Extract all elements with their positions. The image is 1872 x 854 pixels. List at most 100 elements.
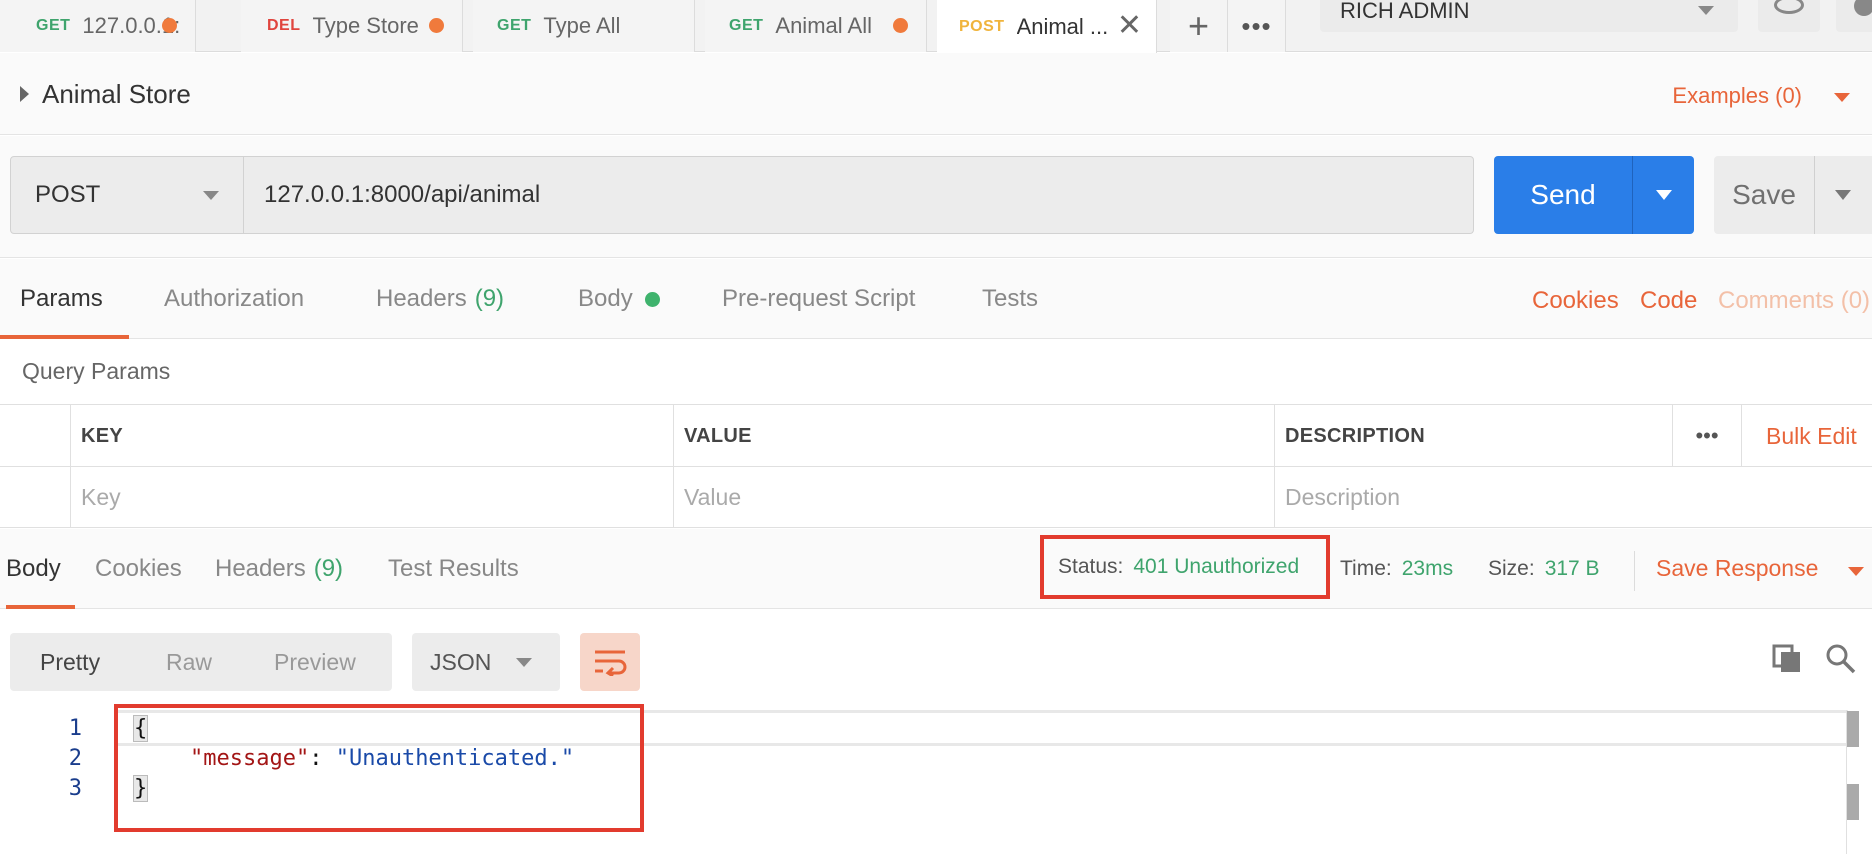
query-params-table: KEY VALUE DESCRIPTION ••• Bulk Edit	[0, 404, 1872, 528]
environment-select[interactable]: RICH ADMIN	[1320, 0, 1738, 32]
chevron-down-icon	[1656, 190, 1672, 200]
status-highlight-box: Status: 401 Unauthorized	[1040, 535, 1330, 599]
chevron-down-icon	[1698, 6, 1714, 15]
param-value-input[interactable]	[673, 467, 1274, 528]
request-tab-4[interactable]: GET Animal All	[705, 0, 927, 52]
tab-authorization[interactable]: Authorization	[164, 259, 304, 339]
table-header: KEY VALUE DESCRIPTION ••• Bulk Edit	[0, 405, 1872, 467]
view-pretty-button[interactable]: Pretty	[40, 633, 100, 691]
tab-label: Tests	[982, 285, 1039, 312]
method-select[interactable]: POST	[10, 156, 244, 234]
unsaved-dot-icon	[162, 18, 177, 33]
request-name-bar: Animal Store Examples (0)	[0, 53, 1872, 135]
headers-count: (9)	[474, 285, 505, 312]
column-value: VALUE	[673, 405, 1274, 467]
gear-icon	[1854, 0, 1872, 16]
url-bar: POST Send Save	[0, 136, 1872, 258]
tab-label: Pre-request Script	[722, 285, 916, 312]
environment-quick-look-button[interactable]	[1758, 0, 1820, 32]
response-tab-headers[interactable]: Headers (9)	[215, 529, 343, 609]
time-label: Time:	[1340, 557, 1392, 580]
request-tab-3[interactable]: GET Type All	[473, 0, 695, 52]
chevron-down-icon[interactable]	[1834, 93, 1850, 102]
scrollbar-thumb[interactable]	[1847, 711, 1859, 747]
save-button[interactable]: Save	[1714, 156, 1814, 234]
query-params-title: Query Params	[22, 358, 171, 384]
column-key: KEY	[70, 405, 673, 467]
close-tab-icon[interactable]: ✕	[1117, 8, 1142, 44]
response-time[interactable]: Time: 23ms	[1340, 557, 1453, 581]
column-description: DESCRIPTION	[1274, 405, 1672, 467]
cookies-link[interactable]: Cookies	[1532, 287, 1619, 315]
param-description-input[interactable]	[1274, 467, 1872, 528]
tab-method: GET	[497, 17, 532, 34]
request-name[interactable]: Animal Store	[42, 79, 191, 110]
time-value: 23ms	[1401, 557, 1454, 580]
response-tab-test-results[interactable]: Test Results	[388, 529, 519, 609]
status-value[interactable]: 401 Unauthorized	[1133, 555, 1299, 579]
examples-dropdown[interactable]: Examples (0)	[1672, 83, 1802, 109]
comments-link[interactable]: Comments (0)	[1718, 287, 1870, 315]
new-tab-button[interactable]: +	[1170, 0, 1228, 52]
line-number: 3	[68, 776, 82, 801]
tab-label: Authorization	[164, 285, 305, 312]
unsaved-dot-icon	[429, 18, 444, 33]
save-options-button[interactable]	[1814, 156, 1872, 234]
line-number: 2	[68, 746, 82, 771]
view-preview-button[interactable]: Preview	[274, 633, 356, 691]
send-options-button[interactable]	[1632, 156, 1694, 234]
response-tab-cookies[interactable]: Cookies	[95, 529, 182, 609]
tab-body[interactable]: Body	[578, 259, 660, 339]
tab-pre-request-script[interactable]: Pre-request Script	[722, 259, 915, 339]
send-button[interactable]: Send	[1494, 156, 1632, 234]
divider	[1634, 551, 1635, 591]
tab-method: GET	[36, 17, 71, 34]
wrap-lines-button[interactable]	[580, 633, 640, 691]
status-label: Status:	[1058, 555, 1124, 578]
request-tab-5-active[interactable]: POST Animal ... ✕	[937, 0, 1157, 53]
tab-name: Animal ...	[1016, 13, 1109, 39]
response-tab-body[interactable]: Body	[6, 529, 75, 609]
request-tab-1[interactable]: GET 127.0.0.1:...	[0, 0, 196, 52]
tab-label: Params	[20, 285, 103, 312]
tab-tests[interactable]: Tests	[982, 259, 1038, 339]
eye-icon	[1774, 0, 1804, 14]
response-format-select[interactable]: JSON	[412, 633, 560, 691]
chevron-down-icon[interactable]	[1848, 567, 1864, 576]
size-label: Size:	[1488, 557, 1535, 580]
search-icon[interactable]	[1824, 642, 1856, 674]
tab-label: Test Results	[388, 555, 519, 582]
request-tab-2[interactable]: DEL Type Store	[241, 0, 463, 52]
save-response-button[interactable]: Save Response	[1656, 555, 1818, 582]
environment-selected: RICH ADMIN	[1340, 0, 1470, 23]
code-highlight-box	[114, 704, 644, 832]
bulk-edit-link[interactable]: Bulk Edit	[1766, 423, 1857, 450]
table-row	[0, 467, 1872, 528]
expand-triangle-icon[interactable]	[20, 86, 29, 102]
scrollbar-thumb[interactable]	[1847, 784, 1859, 820]
copy-icon[interactable]	[1772, 644, 1802, 674]
tab-headers[interactable]: Headers (9)	[376, 259, 504, 339]
wrap-lines-icon	[595, 650, 627, 676]
tab-name: Type Store	[312, 13, 419, 38]
tab-params[interactable]: Params	[0, 259, 129, 339]
param-key-input[interactable]	[70, 467, 673, 528]
tab-options-button[interactable]: •••	[1228, 0, 1286, 52]
url-input[interactable]	[244, 156, 1474, 234]
view-raw-button[interactable]: Raw	[166, 633, 212, 691]
manage-environments-button[interactable]	[1836, 0, 1872, 32]
response-bar: Body Cookies Headers (9) Test Results St…	[0, 529, 1872, 609]
tab-label: Headers	[376, 285, 467, 312]
request-tab-bar: GET 127.0.0.1:... DEL Type Store GET Typ…	[0, 0, 1872, 53]
tab-label: Cookies	[95, 555, 182, 582]
method-selected: POST	[35, 181, 101, 208]
tab-label: Body	[578, 285, 633, 312]
headers-count: (9)	[313, 555, 344, 582]
code-link[interactable]: Code	[1640, 287, 1697, 315]
unsaved-dot-icon	[893, 18, 908, 33]
chevron-down-icon	[516, 658, 532, 667]
column-options-button[interactable]: •••	[1672, 405, 1742, 467]
response-size[interactable]: Size: 317 B	[1488, 557, 1600, 581]
response-view-toggle: Pretty Raw Preview	[10, 633, 392, 691]
tab-name: Animal All	[775, 13, 872, 38]
